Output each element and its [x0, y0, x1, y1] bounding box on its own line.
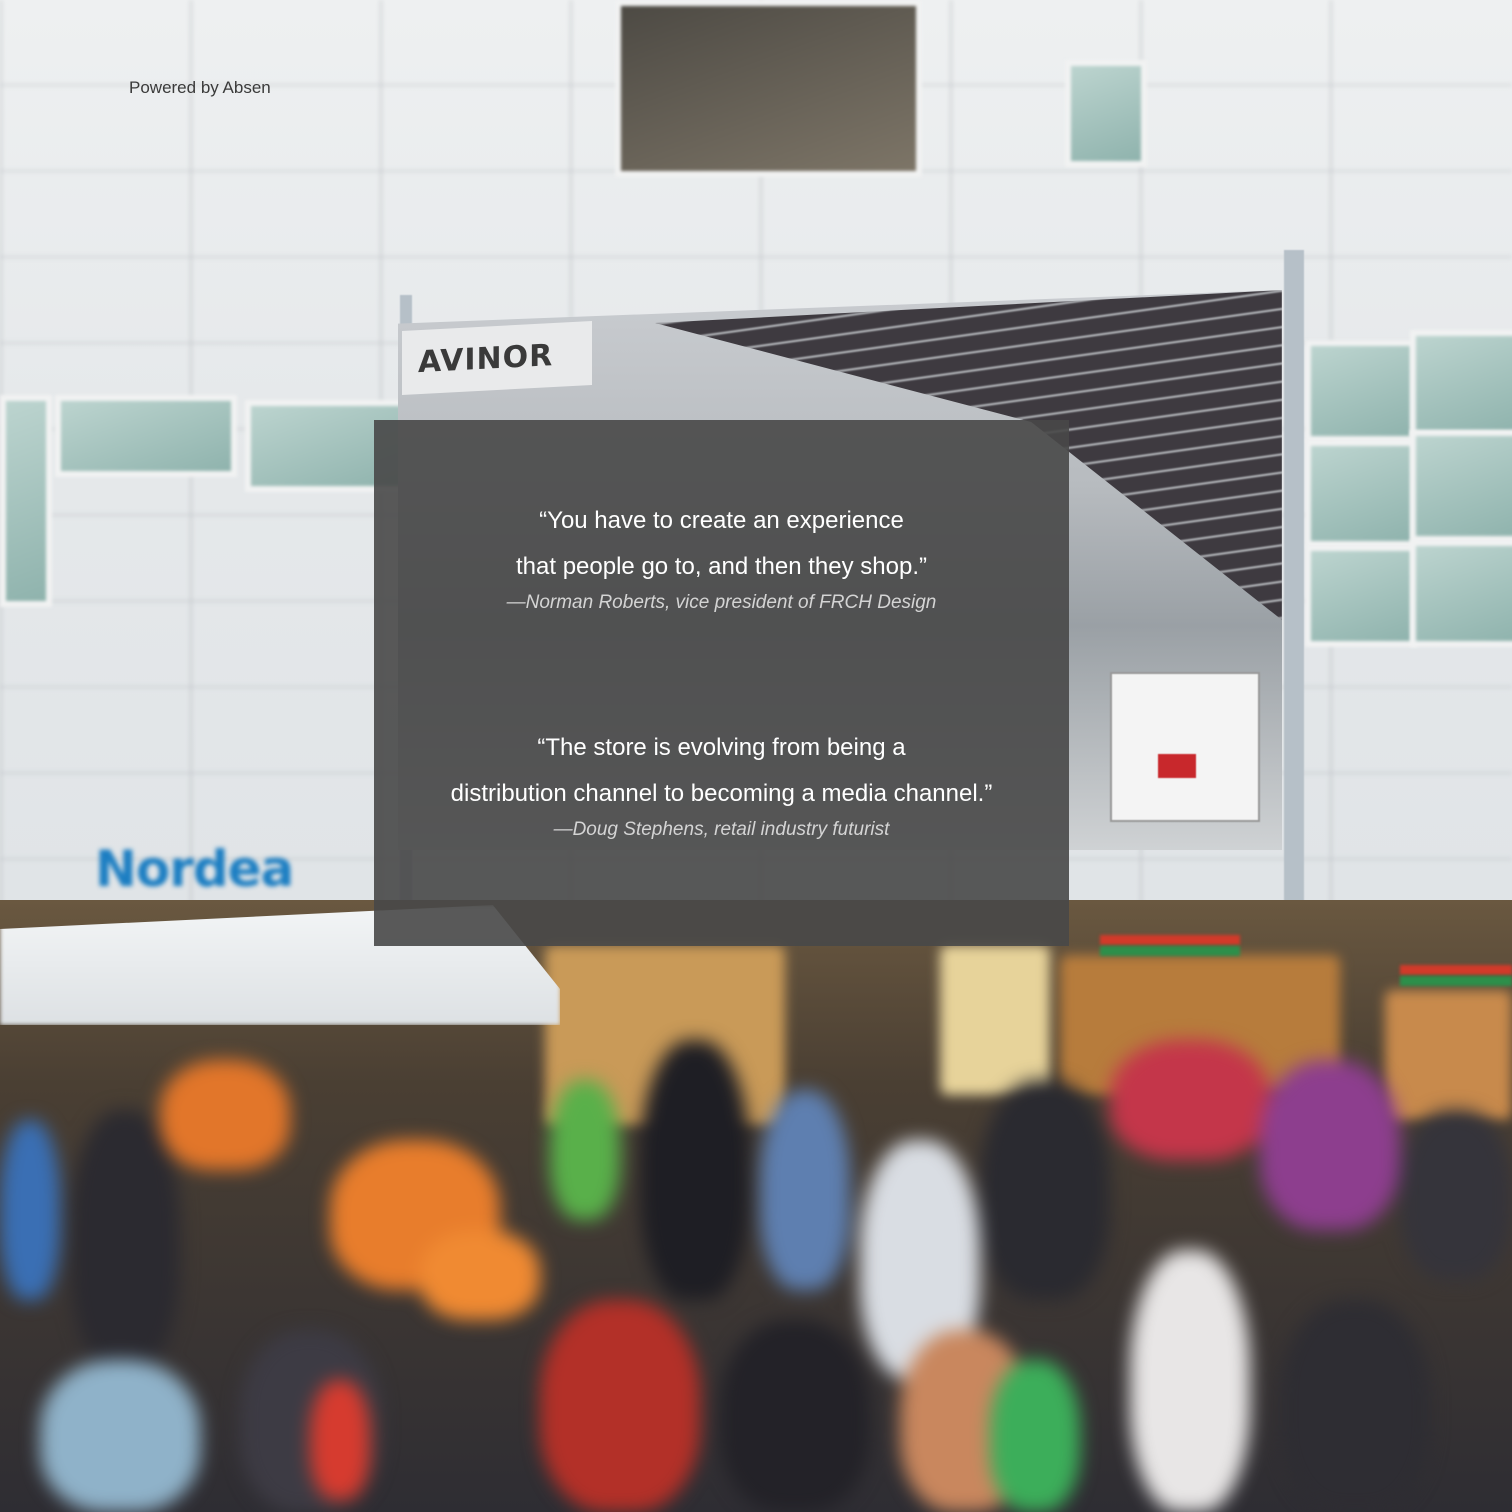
quote-1-line-1: “You have to create an experience: [539, 507, 904, 534]
store-stripe-green-2: [1400, 976, 1512, 986]
crowd: [0, 1000, 1512, 1512]
screen-post-right: [1284, 250, 1304, 950]
map-marker: [1158, 754, 1196, 778]
store-stripe-red: [1100, 935, 1240, 945]
avinor-logo: AVINOR: [402, 321, 592, 395]
right-window-4: [1410, 430, 1512, 542]
powered-by-label: Powered by Absen: [129, 78, 271, 97]
quote-block-2: “The store is evolving from being a dist…: [374, 725, 1069, 841]
upper-window-right: [1065, 60, 1147, 167]
quote-panel: “You have to create an experience that p…: [374, 420, 1069, 946]
quote-1-attribution: —Norman Roberts, vice president of FRCH …: [506, 592, 937, 613]
store-stripe-green: [1100, 946, 1240, 956]
quote-1-line-2: that people go to, and then they shop.”: [516, 553, 927, 580]
store-stripe-red-2: [1400, 965, 1512, 975]
quote-block-1: “You have to create an experience that p…: [374, 498, 1069, 614]
quote-2-attribution: —Doug Stephens, retail industry futurist: [553, 819, 890, 840]
right-window-2: [1410, 330, 1512, 437]
upper-window: [615, 0, 922, 177]
right-window-5: [1305, 545, 1417, 647]
avinor-logo-text: AVINOR: [418, 337, 554, 380]
left-window-edge: [0, 395, 52, 607]
terminal-map-sign: [1110, 672, 1260, 822]
right-window-6: [1410, 540, 1512, 647]
nordea-sign: Nordea: [95, 840, 294, 898]
right-window-1: [1305, 340, 1417, 442]
quote-2-line-1: “The store is evolving from being a: [537, 734, 906, 761]
right-window-3: [1305, 440, 1417, 547]
quote-2-line-2: distribution channel to becoming a media…: [450, 780, 993, 807]
left-window: [55, 395, 237, 477]
